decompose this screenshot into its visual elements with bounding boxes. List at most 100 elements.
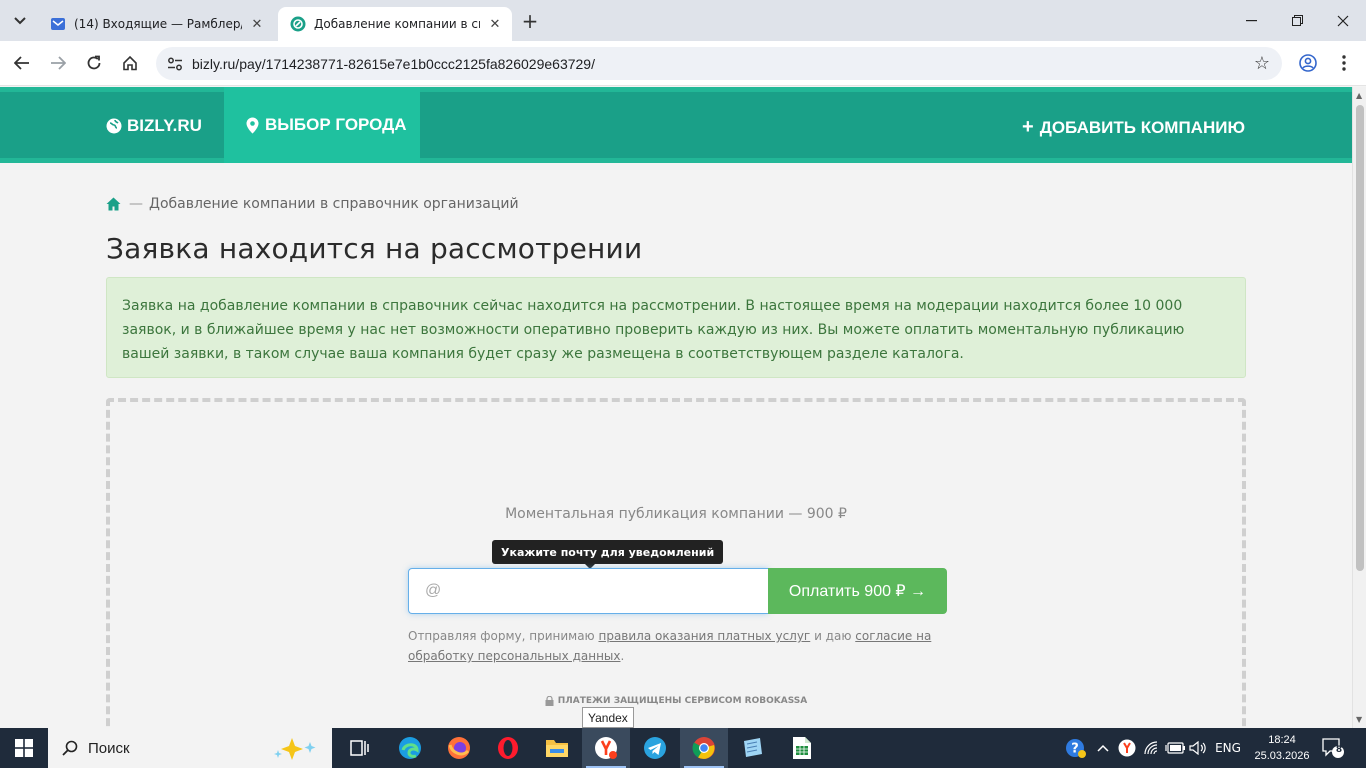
windows-icon bbox=[15, 739, 33, 757]
breadcrumb: — Добавление компании в справочник орган… bbox=[106, 196, 519, 212]
input-language[interactable]: ENG bbox=[1212, 728, 1244, 768]
url-text[interactable]: bizly.ru/pay/1714238771-82615e7e1b0ccc21… bbox=[192, 56, 595, 72]
browser-toolbar: bizly.ru/pay/1714238771-82615e7e1b0ccc21… bbox=[0, 41, 1366, 86]
brand-name: BIZLY.RU bbox=[127, 116, 202, 135]
page-scrollbar[interactable]: ▲ ▼ bbox=[1352, 87, 1366, 728]
browser-tab-strip: (14) Входящие — Рамблер/по ✕ Добавление … bbox=[0, 0, 1366, 41]
home-button[interactable] bbox=[116, 49, 144, 77]
notepad-icon bbox=[744, 738, 762, 757]
bizly-favicon-icon bbox=[290, 16, 306, 32]
tab-title: Добавление компании в спра bbox=[314, 17, 480, 31]
task-view-icon bbox=[350, 740, 369, 756]
taskbar-yandex-browser[interactable] bbox=[582, 728, 630, 768]
scrollbar-thumb[interactable] bbox=[1356, 105, 1364, 571]
site-settings-icon[interactable] bbox=[164, 53, 186, 75]
breadcrumb-separator: — bbox=[129, 196, 143, 212]
arrow-right-icon bbox=[51, 56, 66, 70]
minimize-button[interactable] bbox=[1228, 0, 1274, 41]
home-icon bbox=[123, 55, 137, 71]
start-button[interactable] bbox=[0, 728, 48, 768]
kebab-menu-icon bbox=[1342, 55, 1346, 71]
taskbar-opera[interactable] bbox=[484, 728, 532, 768]
edge-icon bbox=[399, 737, 421, 759]
search-icon bbox=[62, 740, 78, 756]
taskbar-telegram[interactable] bbox=[631, 728, 679, 768]
taskbar-explorer[interactable] bbox=[533, 728, 581, 768]
pay-button[interactable]: Оплатить 900 ₽ → bbox=[768, 568, 947, 614]
folder-icon bbox=[546, 740, 568, 757]
lock-icon bbox=[545, 696, 554, 706]
battery-icon[interactable] bbox=[1164, 728, 1186, 768]
telegram-icon bbox=[644, 737, 666, 759]
clock-time: 18:24 bbox=[1268, 734, 1296, 746]
tab-bizly-add-company[interactable]: Добавление компании в спра ✕ bbox=[278, 7, 512, 41]
taskbar-search[interactable]: Поиск bbox=[48, 728, 332, 768]
taskbar-clock[interactable]: 18:24 25.03.2026 bbox=[1254, 732, 1310, 764]
network-icon[interactable] bbox=[1142, 728, 1162, 768]
minimize-icon bbox=[1245, 19, 1257, 21]
volume-icon[interactable] bbox=[1188, 728, 1208, 768]
copilot-sparkle-icon[interactable] bbox=[270, 736, 324, 760]
spreadsheet-icon bbox=[793, 737, 811, 759]
close-icon[interactable]: ✕ bbox=[486, 15, 504, 33]
scroll-up-icon[interactable]: ▲ bbox=[1356, 91, 1362, 100]
profile-button[interactable] bbox=[1294, 49, 1322, 77]
reload-button[interactable] bbox=[80, 49, 108, 77]
opera-icon bbox=[498, 737, 518, 759]
tab-title: (14) Входящие — Рамблер/по bbox=[74, 17, 242, 31]
address-bar[interactable]: bizly.ru/pay/1714238771-82615e7e1b0ccc21… bbox=[156, 47, 1282, 80]
reload-icon bbox=[87, 55, 101, 70]
taskbar-edge[interactable] bbox=[386, 728, 434, 768]
help-tray-icon[interactable]: ? bbox=[1064, 728, 1088, 768]
taskbar-chrome[interactable] bbox=[680, 728, 728, 768]
svg-text:?: ? bbox=[1071, 742, 1079, 757]
taskbar-search-label: Поиск bbox=[88, 739, 130, 757]
back-button[interactable] bbox=[8, 49, 36, 77]
chevron-up-icon[interactable] bbox=[1094, 728, 1112, 768]
forward-button[interactable] bbox=[44, 49, 72, 77]
status-alert: Заявка на добавление компании в справочн… bbox=[106, 277, 1246, 378]
taskbar-notepad[interactable] bbox=[729, 728, 777, 768]
taskbar: Поиск ? ENG 18:24 25.03.2026 8 bbox=[0, 728, 1366, 768]
add-company-link[interactable]: + ДОБАВИТЬ КОМПАНИЮ bbox=[1022, 116, 1245, 139]
chrome-icon bbox=[692, 737, 715, 759]
email-tooltip: Укажите почту для уведомлений bbox=[492, 540, 724, 569]
chevron-down-icon bbox=[14, 17, 26, 25]
profile-icon bbox=[1299, 54, 1317, 72]
restore-icon bbox=[1291, 15, 1303, 26]
arrow-left-icon bbox=[14, 56, 29, 70]
bookmark-star-icon[interactable]: ☆ bbox=[1254, 53, 1270, 74]
yandex-tray-icon[interactable] bbox=[1116, 728, 1138, 768]
home-icon[interactable] bbox=[106, 197, 121, 211]
notification-count: 8 bbox=[1335, 745, 1343, 755]
page-title: Заявка находится на рассмотрении bbox=[106, 232, 643, 265]
browser-menu-button[interactable] bbox=[1330, 49, 1358, 77]
taskbar-spreadsheet[interactable] bbox=[778, 728, 826, 768]
secure-payment-note: ПЛАТЕЖИ ЗАЩИЩЕНЫ СЕРВИСОМ ROBOKASSA bbox=[110, 696, 1242, 706]
consent-text: Отправляя форму, принимаю правила оказан… bbox=[408, 629, 932, 663]
brand-logo-link[interactable]: BIZLY.RU bbox=[106, 116, 202, 136]
task-view-button[interactable] bbox=[336, 728, 384, 768]
payment-price-text: Моментальная публикация компании — 900 ₽ bbox=[505, 506, 847, 522]
restore-button[interactable] bbox=[1274, 0, 1320, 41]
close-icon bbox=[1337, 15, 1349, 26]
city-selector[interactable]: ВЫБОР ГОРОДА bbox=[224, 87, 420, 163]
taskbar-tooltip: Yandex bbox=[582, 707, 634, 728]
close-window-button[interactable] bbox=[1320, 0, 1366, 41]
paid-services-rules-link[interactable]: правила оказания платных услуг bbox=[598, 629, 810, 643]
mail-icon bbox=[51, 18, 65, 30]
close-icon[interactable]: ✕ bbox=[248, 15, 266, 33]
globe-icon bbox=[106, 118, 122, 134]
city-selector-label: ВЫБОР ГОРОДА bbox=[265, 115, 407, 134]
scroll-down-icon[interactable]: ▼ bbox=[1356, 715, 1362, 724]
tab-rambler-mail[interactable]: (14) Входящие — Рамблер/по ✕ bbox=[38, 7, 274, 41]
clock-date: 25.03.2026 bbox=[1254, 750, 1310, 762]
taskbar-firefox[interactable] bbox=[435, 728, 483, 768]
email-input[interactable] bbox=[408, 568, 768, 614]
notification-center-button[interactable]: 8 bbox=[1322, 738, 1344, 758]
plus-icon: + bbox=[1022, 116, 1034, 138]
new-tab-button[interactable]: + bbox=[518, 9, 542, 33]
map-pin-icon bbox=[246, 117, 259, 133]
add-company-label: ДОБАВИТЬ КОМПАНИЮ bbox=[1039, 117, 1245, 137]
tab-search-button[interactable] bbox=[7, 8, 33, 34]
